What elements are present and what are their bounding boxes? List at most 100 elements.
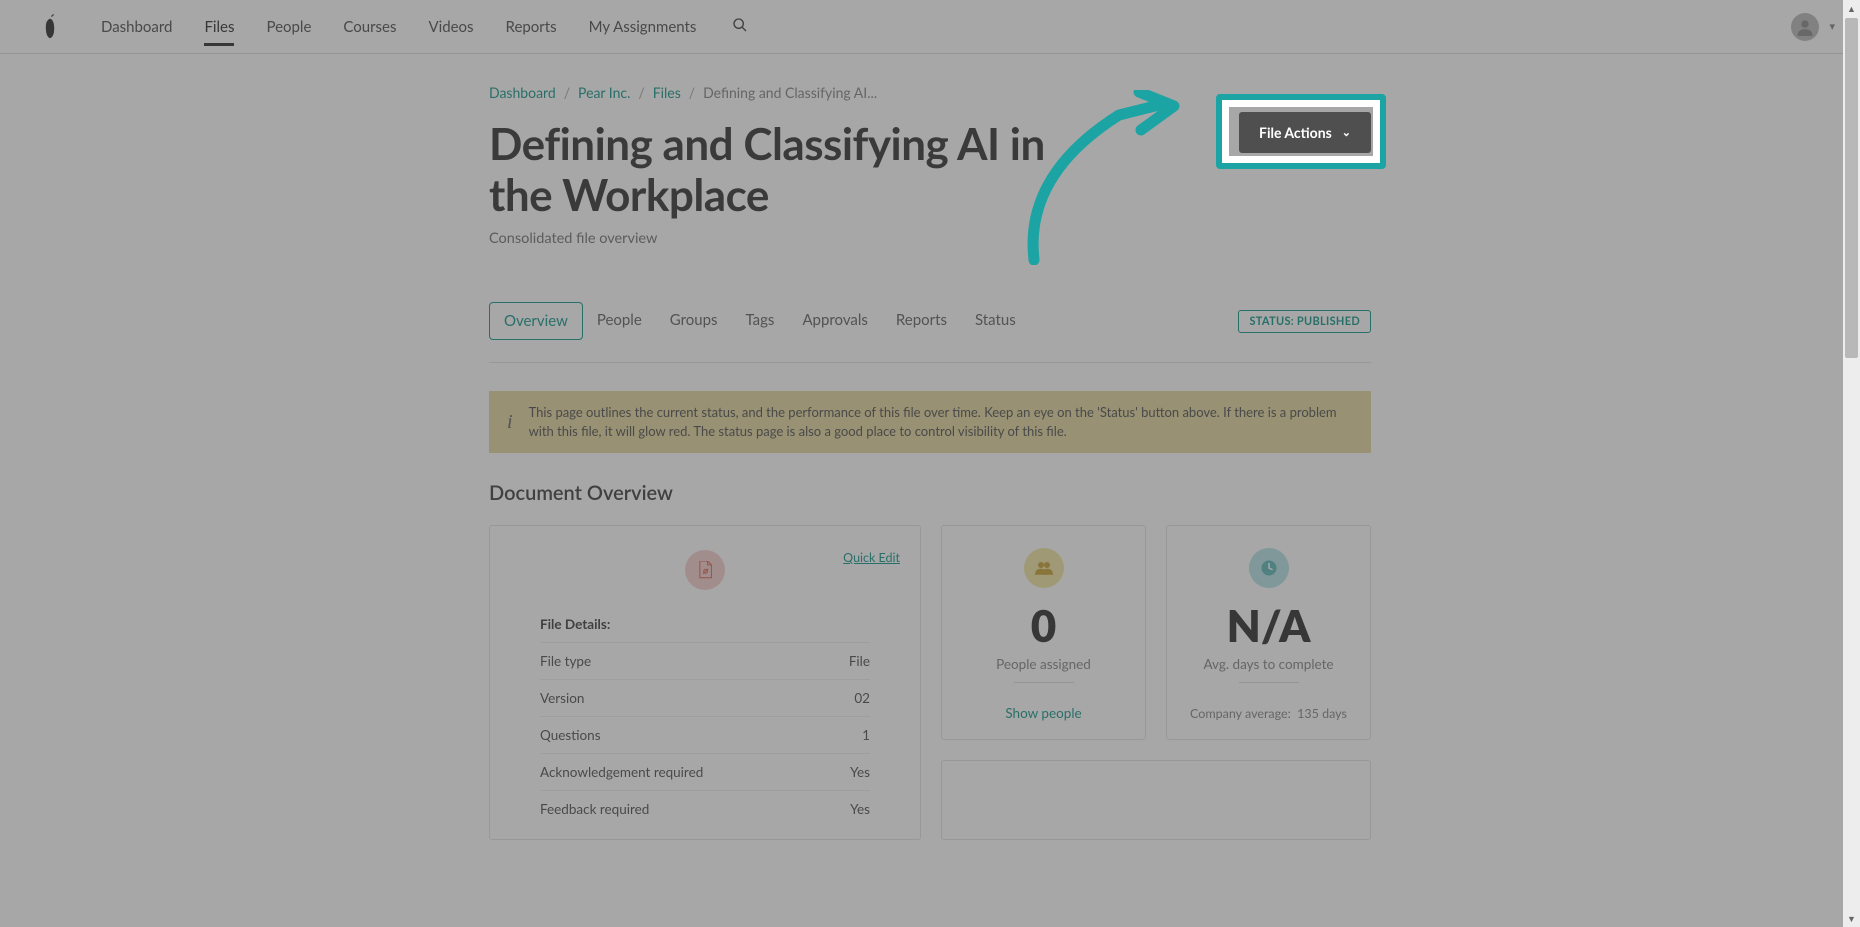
nav-label: Files	[204, 18, 234, 36]
nav-links: Dashboard Files People Courses Videos Re…	[85, 0, 712, 54]
page-subtitle: Consolidated file overview	[489, 230, 1371, 247]
app-logo[interactable]	[15, 13, 85, 41]
content-tabs-row: Overview People Groups Tags Approvals Re…	[489, 302, 1371, 340]
detail-row: File type File	[540, 642, 870, 679]
section-heading: Document Overview	[489, 481, 1371, 505]
detail-row: Questions 1	[540, 716, 870, 753]
stat-avg-value: N/A	[1227, 604, 1311, 648]
clock-icon	[1260, 559, 1278, 577]
detail-key: Questions	[540, 727, 601, 743]
tab-reports[interactable]: Reports	[882, 302, 961, 340]
nav-reports[interactable]: Reports	[490, 0, 573, 54]
tab-overview[interactable]: Overview	[489, 302, 583, 340]
detail-val: 1	[862, 727, 870, 743]
nav-label: Videos	[428, 18, 473, 36]
tab-groups[interactable]: Groups	[656, 302, 732, 340]
scrollbar-thumb[interactable]	[1845, 18, 1858, 358]
avg-days-card: N/A Avg. days to complete Company averag…	[1166, 525, 1371, 740]
tab-tags[interactable]: Tags	[732, 302, 789, 340]
stat-avg-footnote: Company average: 135 days	[1190, 706, 1347, 721]
show-people-link[interactable]: Show people	[1005, 705, 1081, 721]
file-icon-circle	[685, 550, 725, 590]
breadcrumb-link-files[interactable]: Files	[653, 84, 681, 101]
info-banner-text: This page outlines the current status, a…	[529, 403, 1353, 441]
file-details-card: Quick Edit File Details: File type File V…	[489, 525, 921, 840]
breadcrumb-sep: /	[689, 84, 695, 101]
chevron-down-icon: ▾	[1829, 20, 1835, 33]
breadcrumb-link-company[interactable]: Pear Inc.	[578, 84, 630, 101]
user-menu[interactable]: ▾	[1791, 13, 1835, 41]
nav-courses[interactable]: Courses	[327, 0, 412, 54]
nav-videos[interactable]: Videos	[412, 0, 489, 54]
stat-people-label: People assigned	[996, 656, 1091, 672]
file-details-heading: File Details:	[540, 616, 870, 632]
detail-key: Feedback required	[540, 801, 649, 817]
footnote-prefix: Company average:	[1190, 706, 1291, 721]
detail-key: Acknowledgement required	[540, 764, 703, 780]
scroll-down-icon[interactable]: ▼	[1847, 913, 1856, 924]
content-tabs: Overview People Groups Tags Approvals Re…	[489, 302, 1030, 340]
page-content: Dashboard / Pear Inc. / Files / Defining…	[489, 54, 1371, 840]
nav-label: Dashboard	[101, 18, 172, 36]
pdf-file-icon	[697, 561, 713, 579]
file-details-block: File Details: File type File Version 02 Qu…	[500, 616, 910, 827]
file-actions-button[interactable]: File Actions ⌄	[1239, 112, 1371, 153]
tab-label: Approvals	[802, 311, 867, 329]
pear-logo-icon	[41, 13, 59, 41]
tab-label: Groups	[670, 311, 718, 329]
divider	[1014, 682, 1074, 683]
tab-label: Overview	[504, 312, 568, 330]
detail-val: Yes	[850, 764, 870, 780]
detail-key: Version	[540, 690, 584, 706]
nav-files[interactable]: Files	[188, 0, 250, 54]
tab-people[interactable]: People	[583, 302, 656, 340]
detail-row: Feedback requiredYes	[540, 790, 870, 827]
divider	[489, 362, 1371, 363]
nav-label: Courses	[343, 18, 396, 36]
chevron-down-icon: ⌄	[1342, 126, 1351, 139]
detail-key: File type	[540, 653, 591, 669]
tab-label: Reports	[896, 311, 947, 329]
breadcrumb-sep: /	[564, 84, 570, 101]
search-icon	[732, 17, 748, 33]
tab-label: Status	[975, 311, 1016, 329]
file-actions-label: File Actions	[1259, 124, 1332, 141]
tab-approvals[interactable]: Approvals	[788, 302, 881, 340]
scrollbar[interactable]: ▲ ▼	[1843, 0, 1860, 927]
clock-icon-circle	[1249, 548, 1289, 588]
avatar	[1791, 13, 1819, 41]
cards-row: Quick Edit File Details: File type File V…	[489, 525, 1371, 840]
nav-people[interactable]: People	[250, 0, 327, 54]
nav-my-assignments[interactable]: My Assignments	[573, 0, 713, 54]
partial-card	[941, 760, 1371, 840]
stat-avg-label: Avg. days to complete	[1203, 656, 1333, 672]
nav-label: Reports	[506, 18, 557, 36]
quick-edit-link[interactable]: Quick Edit	[843, 550, 900, 565]
info-banner: i This page outlines the current status,…	[489, 391, 1371, 453]
detail-row: Version 02	[540, 679, 870, 716]
detail-val: File	[849, 653, 870, 669]
stat-people-value: 0	[1031, 604, 1057, 648]
nav-dashboard[interactable]: Dashboard	[85, 0, 188, 54]
page-title: Defining and Classifying AI in the Workp…	[489, 119, 1109, 220]
people-icon-circle	[1024, 548, 1064, 588]
breadcrumb-current: Defining and Classifying AI...	[703, 84, 877, 101]
status-badge[interactable]: STATUS: PUBLISHED	[1238, 310, 1371, 333]
nav-label: My Assignments	[589, 18, 697, 36]
top-nav: Dashboard Files People Courses Videos Re…	[0, 0, 1860, 54]
detail-val: 02	[854, 690, 870, 706]
breadcrumb-sep: /	[638, 84, 644, 101]
breadcrumb-link-dashboard[interactable]: Dashboard	[489, 84, 556, 101]
info-icon: i	[507, 408, 513, 437]
detail-row: Acknowledgement required Yes	[540, 753, 870, 790]
divider	[1239, 682, 1299, 683]
people-assigned-card: 0 People assigned Show people	[941, 525, 1146, 740]
people-icon	[1035, 561, 1053, 575]
nav-label: People	[266, 18, 311, 36]
tab-label: People	[597, 311, 642, 329]
tab-label: Tags	[746, 311, 775, 329]
person-icon	[1796, 18, 1814, 36]
scroll-up-icon[interactable]: ▲	[1847, 3, 1856, 14]
tab-status[interactable]: Status	[961, 302, 1030, 340]
search-button[interactable]	[732, 17, 748, 37]
